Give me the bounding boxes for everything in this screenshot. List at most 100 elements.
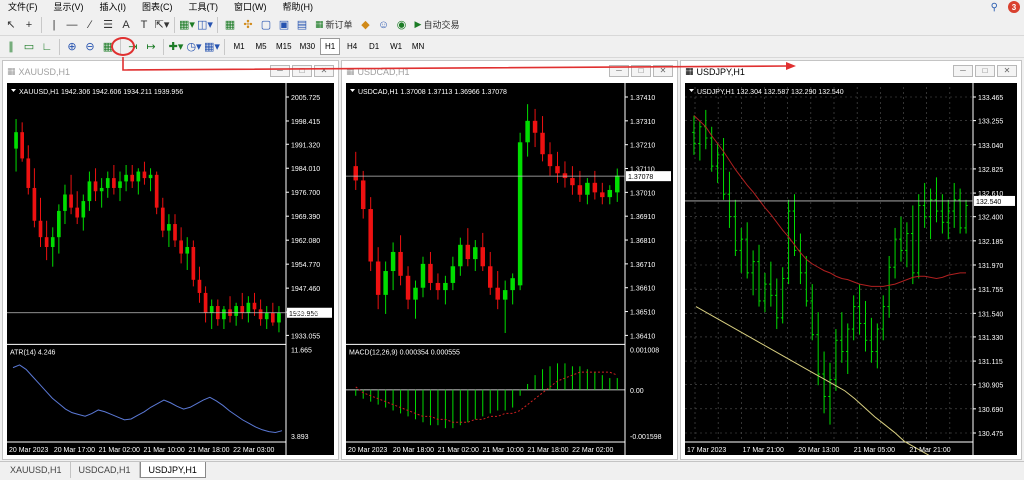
price-chart-svg[interactable]: 1.37078 1.37410 1.37310 1.37210 1.37110 1.370…	[346, 83, 673, 455]
chart-area[interactable]: 1939.956 2005.725 1998.415 1991.320 1984.010…	[7, 83, 334, 455]
maximize-button[interactable]: □	[292, 65, 312, 77]
tab-usdcad[interactable]: USDCAD,H1	[71, 462, 140, 478]
new-order-icon: ▦	[315, 19, 324, 29]
chart-icon: ▦	[7, 66, 16, 76]
timeframe-h1[interactable]: H1	[320, 38, 341, 55]
horizontal-line-icon[interactable]: —	[64, 16, 80, 34]
chart-area[interactable]: 132.540 133.465 133.255 133.040 132.825 132.6…	[685, 83, 1017, 455]
timeframe-m5[interactable]: M5	[251, 38, 271, 55]
candle-body	[277, 312, 281, 323]
time-label: 20 Mar 18:00	[393, 447, 434, 454]
time-label: 21 Mar 02:00	[99, 447, 140, 454]
indicator-scale-label: 0.00	[630, 388, 644, 395]
auto-trading-label: 自动交易	[423, 20, 460, 30]
tester-icon[interactable]: ▤	[294, 16, 310, 34]
meta-editor-icon[interactable]: ◆	[358, 16, 374, 34]
candlestick-chart-icon[interactable]: ▭	[21, 38, 37, 56]
chart-menu-icon	[11, 89, 16, 92]
menu-insert[interactable]: 插入(I)	[92, 0, 135, 14]
menu-window[interactable]: 窗口(W)	[226, 0, 275, 14]
signals-icon[interactable]: ☺	[376, 16, 392, 34]
navigator-icon[interactable]: ▢	[258, 16, 274, 34]
time-label: 21 Mar 18:00	[527, 447, 568, 454]
auto-trading-button[interactable]: ▶ 自动交易	[412, 16, 463, 34]
timeframe-m1[interactable]: M1	[229, 38, 249, 55]
candle-body	[264, 312, 269, 320]
menu-charts[interactable]: 图表(C)	[134, 0, 181, 14]
close-button[interactable]: ✕	[314, 65, 334, 77]
menu-help[interactable]: 帮助(H)	[275, 0, 322, 14]
ohlc-header: USDJPY,H1 132.304 132.587 132.290 132.54…	[697, 89, 844, 96]
price-chart-svg[interactable]: 1939.9562005.7251998.4151991.3201984.010…	[7, 83, 334, 455]
crosshair-icon[interactable]: +	[21, 16, 37, 34]
tab-usdjpy[interactable]: USDJPY,H1	[139, 462, 206, 478]
timeframe-m30[interactable]: M30	[297, 38, 319, 55]
price-tick-label: 130.690	[978, 407, 1003, 414]
candle-body	[38, 220, 43, 238]
timeframe-h4[interactable]: H4	[342, 38, 362, 55]
chart-window-usdjpy[interactable]: ▦ USDJPY,H1 ─ □ ✕ 132.540 133.465 133.255 133.…	[680, 60, 1022, 460]
candle-body	[405, 275, 411, 300]
maximize-button[interactable]: □	[631, 65, 651, 77]
chart-window-title: USDCAD,H1	[357, 66, 410, 77]
arrows-icon[interactable]: ⇱▾	[154, 16, 170, 34]
chart-window-usdcad[interactable]: ▦ USDCAD,H1 ─ □ ✕ 1.37078 1.37410 1.37310 1.37…	[341, 60, 678, 460]
close-button[interactable]: ✕	[653, 65, 673, 77]
maximize-button[interactable]: □	[975, 65, 995, 77]
periods-icon[interactable]: ◷▾	[186, 38, 202, 56]
candle-body	[368, 209, 373, 262]
chart-area[interactable]: 1.37078 1.37410 1.37310 1.37210 1.37110 1.370…	[346, 83, 673, 455]
minimize-button[interactable]: ─	[270, 65, 290, 77]
indicators-icon[interactable]: ✚▾	[168, 38, 184, 56]
menu-file[interactable]: 文件(F)	[0, 0, 46, 14]
close-button[interactable]: ✕	[997, 65, 1017, 77]
cursor-icon[interactable]: ↖	[3, 16, 19, 34]
price-tick-label: 131.115	[978, 359, 1003, 366]
time-label: 20 Mar 17:00	[54, 447, 95, 454]
candle-body	[390, 251, 396, 272]
line-chart-icon[interactable]: ∟	[39, 38, 55, 56]
time-label: 21 Mar 18:00	[188, 447, 229, 454]
time-label: 20 Mar 2023	[348, 447, 387, 454]
text-icon[interactable]: A	[118, 16, 134, 34]
zoom-in-icon[interactable]: ⊕	[64, 38, 80, 56]
candle-body	[413, 287, 418, 300]
fibonacci-icon[interactable]: ☰	[100, 16, 116, 34]
minimize-button[interactable]: ─	[953, 65, 973, 77]
market-watch-icon[interactable]: ▦	[222, 16, 238, 34]
data-window-icon[interactable]: ✣	[240, 16, 256, 34]
templates-icon[interactable]: ▦▾	[204, 38, 220, 56]
minimize-button[interactable]: ─	[609, 65, 629, 77]
menu-tools[interactable]: 工具(T)	[181, 0, 227, 14]
candle-body	[585, 182, 590, 195]
candle-body	[14, 132, 18, 149]
timeframe-m15[interactable]: M15	[273, 38, 295, 55]
text-label-icon[interactable]: T	[136, 16, 152, 34]
new-order-label: 新订单	[325, 20, 353, 30]
trendline-icon[interactable]: ∕	[82, 16, 98, 34]
market-icon[interactable]: ◉	[394, 16, 410, 34]
chart-window-xauusd[interactable]: ▦ XAUUSD,H1 ─ □ ✕ 1939.956 2005.725 1998.415 1…	[2, 60, 339, 460]
timeframe-d1[interactable]: D1	[364, 38, 384, 55]
tab-xauusd[interactable]: XAUUSD,H1	[2, 462, 71, 478]
bar-chart-icon[interactable]: ∥	[3, 38, 19, 56]
chart-menu-icon	[689, 89, 694, 92]
timeframe-w1[interactable]: W1	[386, 38, 406, 55]
price-tick-label: 1984.010	[291, 166, 320, 173]
candle-body	[600, 192, 605, 198]
new-chart-icon[interactable]: ▦▾	[179, 16, 195, 34]
timeframe-mn[interactable]: MN	[408, 38, 428, 55]
profiles-icon[interactable]: ◫▾	[197, 16, 213, 34]
price-tick-label: 132.825	[978, 167, 1003, 174]
menu-view[interactable]: 显示(V)	[46, 0, 92, 14]
vertical-line-icon[interactable]: |	[46, 16, 62, 34]
price-tick-label: 132.610	[978, 191, 1003, 198]
search-icon[interactable]: ⚲	[991, 2, 998, 13]
terminal-icon[interactable]: ▣	[276, 16, 292, 34]
price-tick-label: 1.36410	[630, 333, 655, 340]
auto-scroll-icon[interactable]: ↦	[143, 38, 159, 56]
new-order-button[interactable]: ▦ 新订单	[312, 16, 356, 34]
zoom-out-icon[interactable]: ⊖	[82, 38, 98, 56]
price-chart-svg[interactable]: 132.540 133.465 133.255 133.040 132.825 132.6…	[685, 83, 1017, 455]
notification-badge[interactable]: 3	[1008, 1, 1020, 13]
